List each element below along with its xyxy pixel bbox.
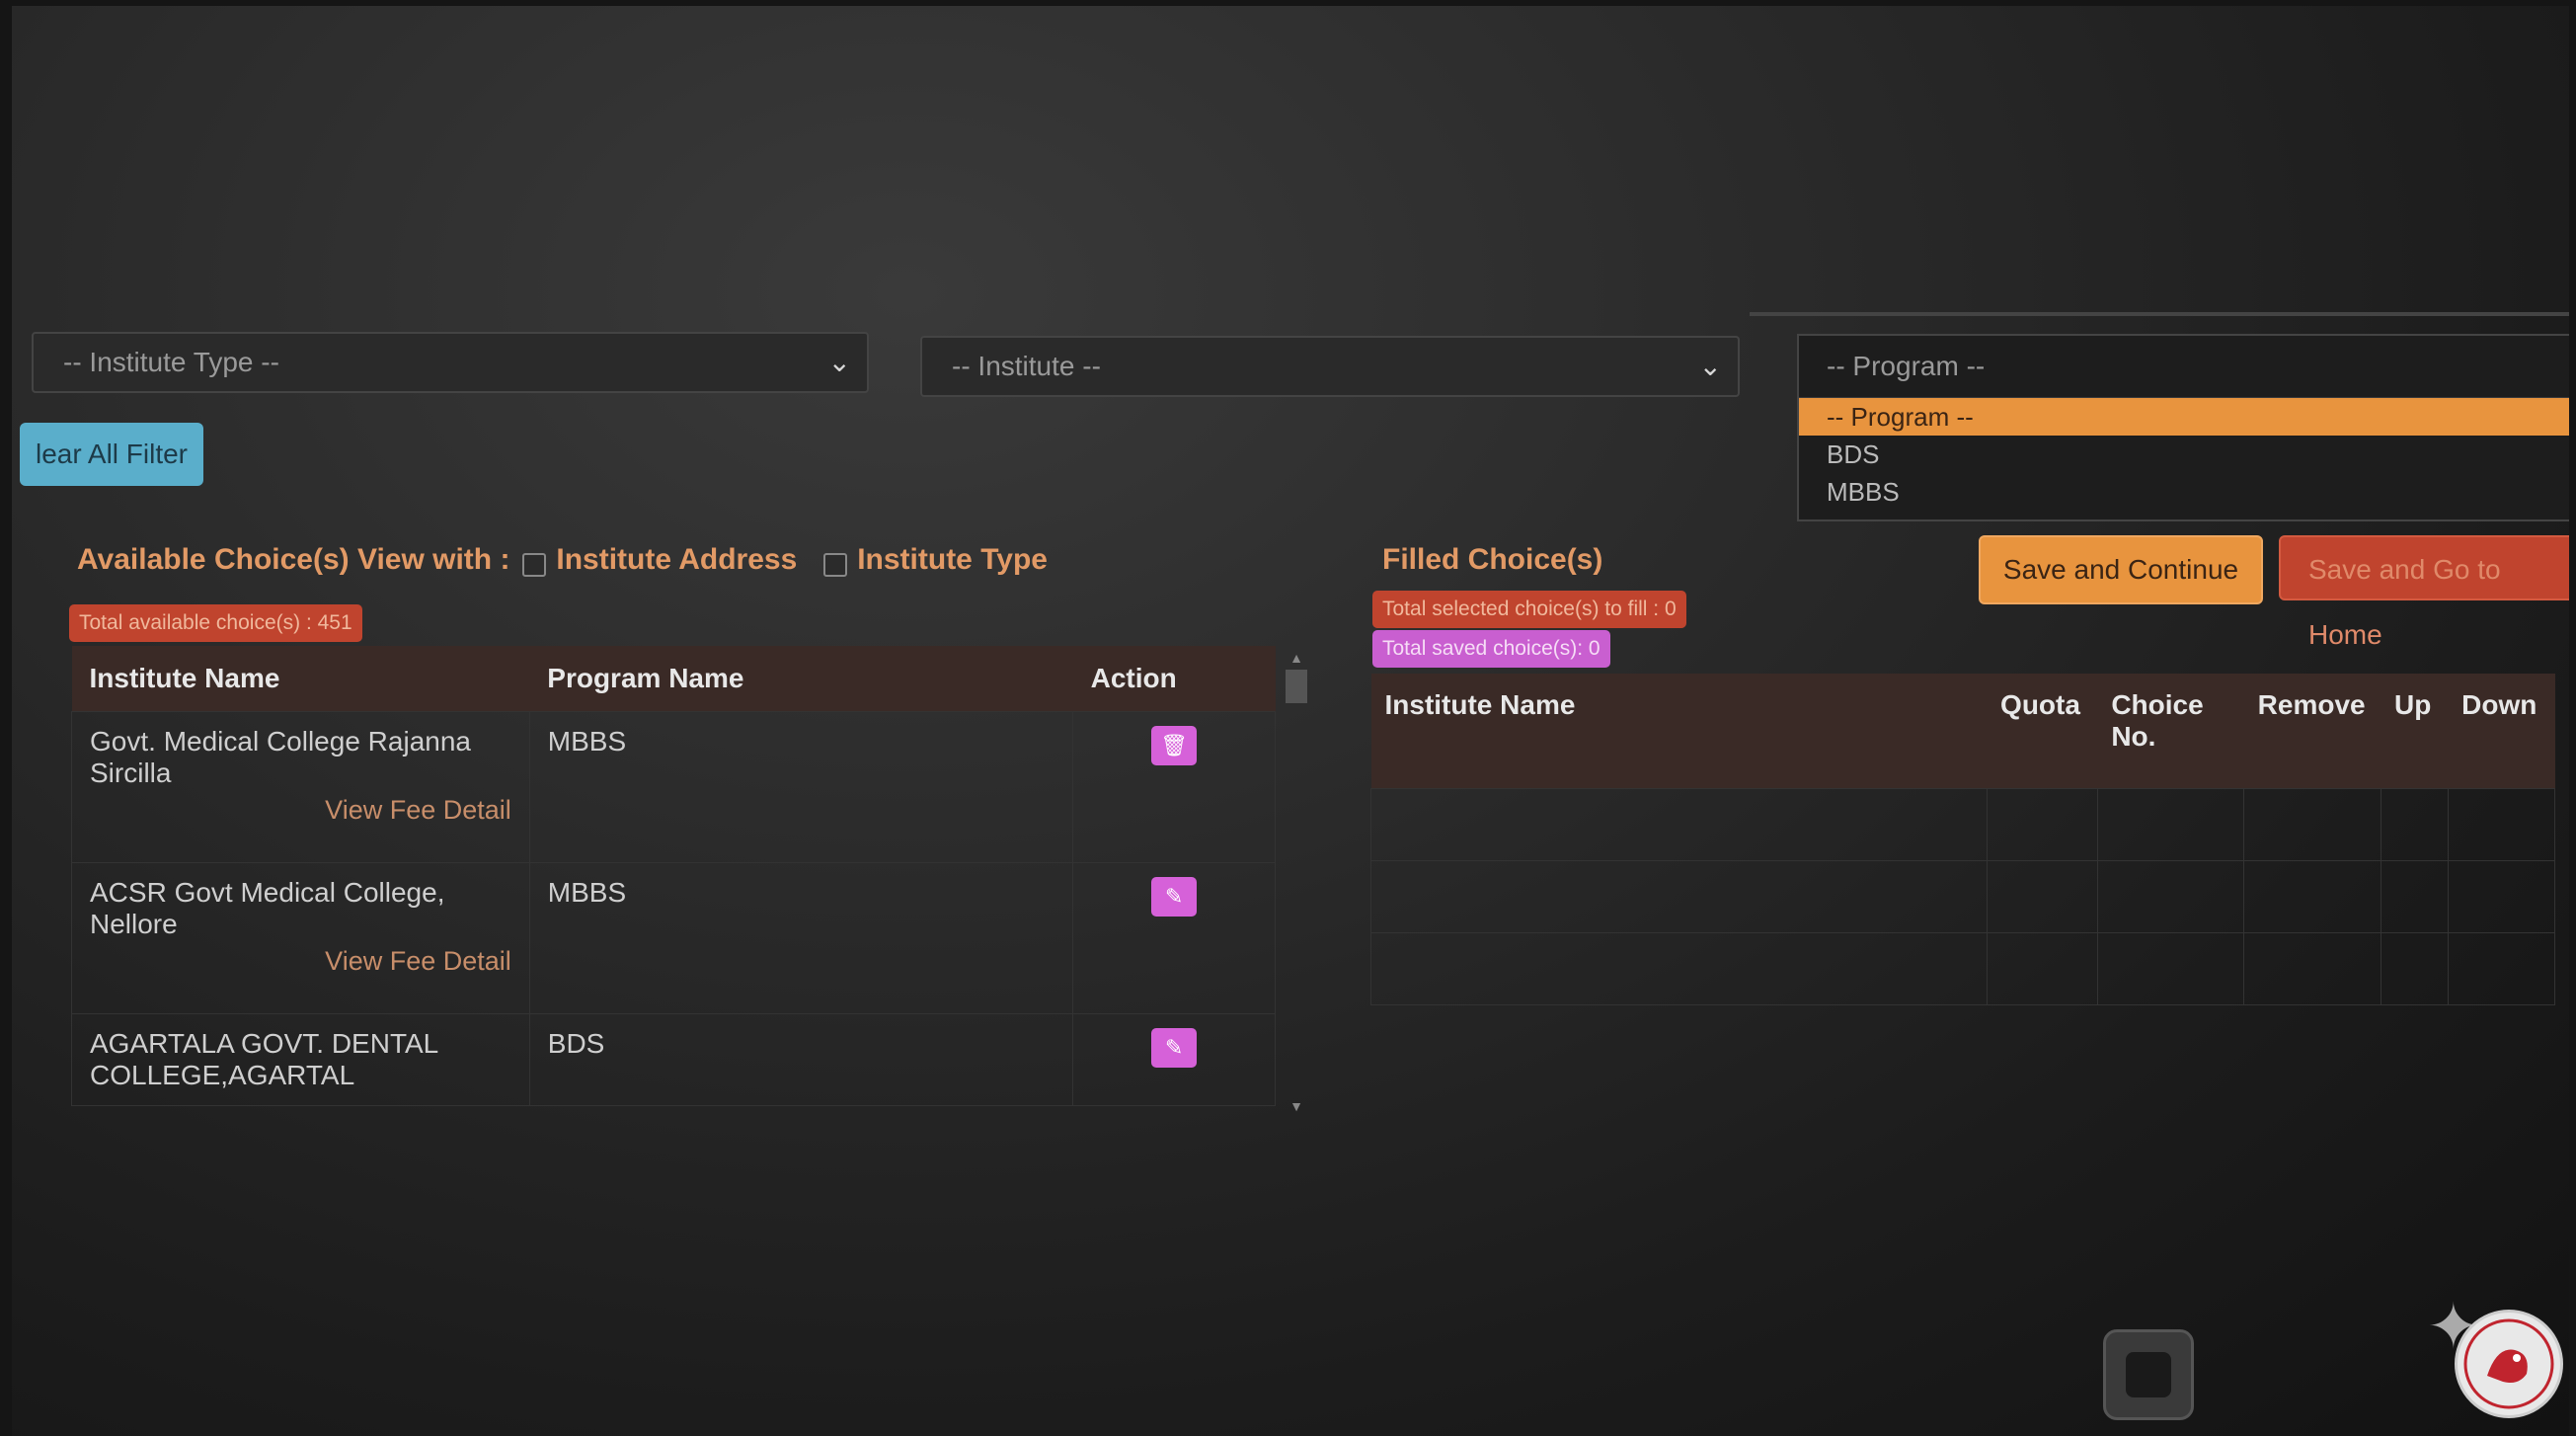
program-select-value[interactable]: -- Program -- [1799, 336, 2569, 398]
institute-address-label: Institute Address [556, 543, 798, 576]
view-fee-detail-link[interactable]: View Fee Detail [90, 795, 511, 826]
scroll-up-arrow-icon[interactable]: ▲ [1284, 650, 1309, 666]
col-up: Up [2381, 674, 2449, 789]
program-cell: BDS [528, 1013, 1074, 1106]
institute-cell: Govt. Medical College Rajanna Sircilla V… [71, 711, 530, 863]
total-saved-badge: Total saved choice(s): 0 [1372, 630, 1610, 668]
save-and-continue-button[interactable]: Save and Continue [1979, 535, 2263, 604]
table-row: ACSR Govt Medical College, Nellore View … [71, 862, 1276, 1014]
scrollbar[interactable]: ▲ ▼ [1284, 650, 1309, 1114]
institute-select[interactable]: -- Institute -- ⌄ [920, 336, 1740, 397]
institute-name: AGARTALA GOVT. DENTAL COLLEGE,AGARTAL [90, 1028, 438, 1090]
program-cell: MBBS [528, 711, 1074, 863]
table-row [1370, 932, 2556, 1005]
action-cell: ✎ [1072, 1013, 1276, 1106]
action-cell: ✎ [1072, 862, 1276, 1014]
col-institute-name: Institute Name [71, 646, 530, 712]
clear-all-filter-button[interactable]: lear All Filter [20, 423, 203, 486]
divider-line [1750, 312, 2569, 316]
program-option-bds[interactable]: BDS [1799, 436, 2569, 473]
scroll-thumb[interactable] [1286, 670, 1307, 703]
table-header-row: Institute Name Quota Choice No. Remove U… [1370, 674, 2555, 789]
institute-type-checkbox[interactable] [822, 552, 847, 577]
available-header: Available Choice(s) View with : Institut… [77, 543, 1048, 577]
table-row: Govt. Medical College Rajanna Sircilla V… [71, 711, 1276, 863]
institute-type-select[interactable]: -- Institute Type -- ⌄ [32, 332, 869, 393]
available-choices-table: Institute Name Program Name Action Govt.… [71, 646, 1276, 1106]
logo-emblem-icon [2455, 1310, 2563, 1418]
program-option-mbbs[interactable]: MBBS [1799, 473, 2569, 511]
available-heading: Available Choice(s) View with : [77, 543, 510, 576]
total-available-badge: Total available choice(s) : 451 [69, 604, 362, 642]
chevron-down-icon: ⌄ [827, 347, 851, 377]
col-program-name: Program Name [529, 646, 1073, 712]
col-remove: Remove [2243, 674, 2381, 789]
edit-icon[interactable]: ✎ [1151, 1028, 1198, 1068]
total-selected-badge: Total selected choice(s) to fill : 0 [1372, 591, 1686, 628]
action-cell: 🗑 [1072, 711, 1276, 863]
stop-square-icon[interactable] [2103, 1329, 2194, 1420]
col-down: Down [2448, 674, 2555, 789]
program-cell: MBBS [528, 862, 1074, 1014]
program-option-placeholder[interactable]: -- Program -- [1799, 398, 2569, 436]
filled-choices-table: Institute Name Quota Choice No. Remove U… [1370, 674, 2556, 1005]
table-row [1370, 788, 2556, 861]
screen: -- Institute Type -- ⌄ -- Institute -- ⌄… [12, 6, 2569, 1436]
program-select-dropdown[interactable]: -- Program -- -- Program -- BDS MBBS [1797, 334, 2569, 521]
filled-heading: Filled Choice(s) [1382, 543, 1603, 576]
institute-name: ACSR Govt Medical College, Nellore [90, 877, 445, 939]
table-header-row: Institute Name Program Name Action [71, 646, 1276, 712]
save-and-go-home-button[interactable]: Save and Go to Home [2279, 535, 2569, 650]
institute-type-select-value: -- Institute Type -- [63, 347, 279, 377]
col-quota: Quota [1987, 674, 2098, 789]
institute-address-checkbox[interactable] [521, 552, 546, 577]
institute-cell: ACSR Govt Medical College, Nellore View … [71, 862, 530, 1014]
chevron-down-icon: ⌄ [1698, 351, 1722, 381]
trash-icon[interactable]: 🗑 [1151, 726, 1198, 765]
institute-select-value: -- Institute -- [952, 351, 1101, 381]
institute-type-label: Institute Type [857, 543, 1048, 576]
view-fee-detail-link[interactable]: View Fee Detail [90, 946, 511, 977]
col-action: Action [1072, 646, 1276, 712]
table-row [1370, 860, 2556, 933]
table-row: AGARTALA GOVT. DENTAL COLLEGE,AGARTAL BD… [71, 1013, 1276, 1106]
institute-name: Govt. Medical College Rajanna Sircilla [90, 726, 471, 788]
scroll-down-arrow-icon[interactable]: ▼ [1284, 1098, 1309, 1114]
institute-cell: AGARTALA GOVT. DENTAL COLLEGE,AGARTAL [71, 1013, 530, 1106]
edit-icon[interactable]: ✎ [1151, 877, 1198, 917]
col-choice-no: Choice No. [2097, 674, 2244, 789]
col-institute-name: Institute Name [1370, 674, 1988, 789]
